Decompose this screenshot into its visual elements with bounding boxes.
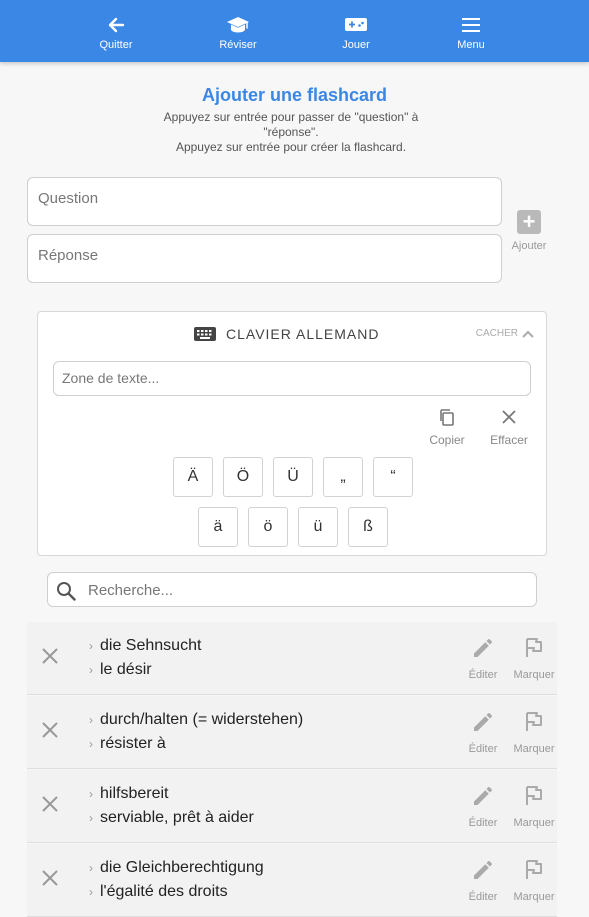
graduation-cap-icon: [226, 15, 250, 35]
flag-icon: [526, 860, 542, 879]
copy-label: Copier: [429, 433, 465, 447]
keyboard-hide-label: CACHER: [475, 328, 518, 339]
clear-label: Effacer: [490, 433, 528, 447]
keyboard-title: CLAVIER ALLEMAND: [226, 326, 380, 342]
chevron-right-icon: ›: [89, 811, 93, 825]
nav-review-button[interactable]: Réviser: [183, 0, 293, 62]
close-icon: [42, 648, 58, 664]
close-icon: [42, 722, 58, 738]
pencil-icon: [474, 639, 492, 657]
keyboard-header: CLAVIER ALLEMAND: [194, 326, 379, 342]
key-low-quote[interactable]: „: [323, 457, 363, 497]
flag-card-button[interactable]: Marquer: [511, 784, 557, 829]
add-flashcard-button[interactable]: + Ajouter: [508, 210, 550, 253]
help-text-line-1: Appuyez sur entrée pour passer de "quest…: [163, 110, 419, 139]
top-navigation-bar: Quitter Réviser Jouer Menu: [0, 0, 589, 62]
chevron-right-icon: ›: [89, 639, 93, 653]
key-lower-u-umlaut[interactable]: ü: [298, 507, 338, 547]
delete-card-button[interactable]: [40, 720, 60, 740]
card-question: › durch/halten (= widerstehen): [89, 711, 304, 728]
edit-card-button[interactable]: Éditer: [460, 858, 506, 903]
gamepad-icon: [345, 15, 367, 35]
question-input[interactable]: Question: [27, 177, 502, 226]
chevron-right-icon: ›: [89, 737, 93, 751]
flashcard-row: › hilfsbereit › serviable, prêt à aider Éd…: [27, 770, 557, 843]
chevron-right-icon: ›: [89, 861, 93, 875]
keyboard-hide-button[interactable]: CACHER: [476, 328, 534, 339]
card-question: › die Gleichberechtigung: [89, 859, 264, 876]
card-answer: › le désir: [89, 661, 152, 678]
key-lower-o-umlaut[interactable]: ö: [248, 507, 288, 547]
copy-button[interactable]: Copier: [422, 408, 472, 447]
nav-menu-button[interactable]: Menu: [416, 0, 526, 62]
edit-card-button[interactable]: Éditer: [460, 784, 506, 829]
clear-button[interactable]: Effacer: [484, 408, 534, 447]
close-icon: [484, 408, 534, 431]
chevron-right-icon: ›: [89, 663, 93, 677]
pencil-icon: [474, 713, 492, 731]
pencil-icon: [474, 861, 492, 879]
flag-card-button[interactable]: Marquer: [511, 710, 557, 755]
search-icon: [56, 581, 76, 601]
card-question: › hilfsbereit: [89, 785, 169, 802]
flag-icon: [526, 638, 542, 657]
nav-quit-button[interactable]: Quitter: [61, 0, 171, 62]
flag-icon: [526, 712, 542, 731]
delete-card-button[interactable]: [40, 868, 60, 888]
delete-card-button[interactable]: [40, 794, 60, 814]
chevron-right-icon: ›: [89, 885, 93, 899]
search-input[interactable]: Recherche...: [47, 572, 537, 607]
chevron-right-icon: ›: [89, 713, 93, 727]
keyboard-text-area[interactable]: Zone de texte...: [53, 361, 531, 396]
flag-card-button[interactable]: Marquer: [511, 858, 557, 903]
key-upper-o-umlaut[interactable]: Ö: [223, 457, 263, 497]
flag-icon: [526, 786, 542, 805]
flashcard-row: › die Gleichberechtigung › l'égalité des d…: [27, 844, 557, 917]
arrow-left-icon: [107, 15, 125, 35]
nav-play-label: Jouer: [342, 39, 370, 51]
nav-menu-label: Menu: [457, 39, 485, 51]
hamburger-menu-icon: [461, 15, 481, 35]
delete-card-button[interactable]: [40, 646, 60, 666]
card-question: › die Sehnsucht: [89, 637, 202, 654]
copy-icon: [422, 408, 472, 431]
flag-card-button[interactable]: Marquer: [511, 636, 557, 681]
search-placeholder: Recherche...: [88, 582, 174, 599]
flashcard-row: › durch/halten (= widerstehen) › résister …: [27, 696, 557, 769]
close-icon: [42, 796, 58, 812]
page-title: Ajouter une flashcard: [201, 85, 388, 105]
close-icon: [42, 870, 58, 886]
key-upper-a-umlaut[interactable]: Ä: [173, 457, 213, 497]
key-eszett[interactable]: ß: [348, 507, 388, 547]
key-upper-u-umlaut[interactable]: Ü: [273, 457, 313, 497]
card-answer: › serviable, prêt à aider: [89, 809, 254, 826]
pencil-icon: [474, 787, 492, 805]
key-high-quote[interactable]: “: [373, 457, 413, 497]
edit-card-button[interactable]: Éditer: [460, 710, 506, 755]
flashcard-row: › die Sehnsucht › le désir Éditer Marquer: [27, 622, 557, 695]
nav-review-label: Réviser: [219, 39, 257, 51]
card-answer: › l'égalité des droits: [89, 883, 228, 900]
chevron-up-icon: [522, 330, 534, 338]
nav-quit-label: Quitter: [99, 39, 133, 51]
help-text: Appuyez sur entrée pour passer de "quest…: [140, 110, 442, 155]
help-text-line-2: Appuyez sur entrée pour créer la flashca…: [175, 140, 407, 154]
plus-icon: +: [517, 210, 541, 234]
german-keyboard-panel: CLAVIER ALLEMAND CACHER Zone de texte...…: [37, 311, 547, 556]
nav-play-button[interactable]: Jouer: [301, 0, 411, 62]
card-answer: › résister à: [89, 735, 166, 752]
add-flashcard-label: Ajouter: [511, 240, 547, 252]
edit-card-button[interactable]: Éditer: [460, 636, 506, 681]
chevron-right-icon: ›: [89, 787, 93, 801]
answer-input[interactable]: Réponse: [27, 234, 502, 283]
key-lower-a-umlaut[interactable]: ä: [198, 507, 238, 547]
keyboard-icon: [194, 326, 216, 342]
